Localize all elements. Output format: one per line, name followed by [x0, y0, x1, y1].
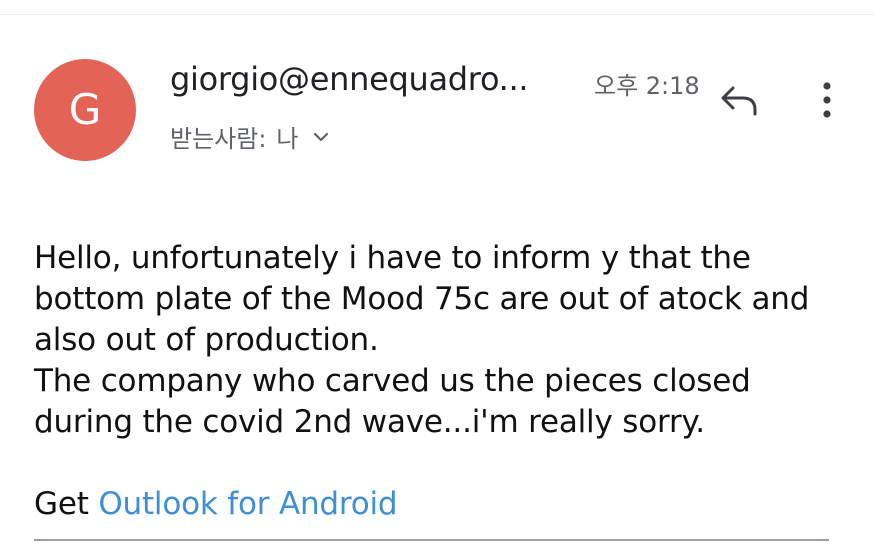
more-options-button[interactable]: [812, 82, 842, 122]
sender-address[interactable]: giorgio@ennequadro...: [170, 60, 529, 98]
message-paragraph: Hello, unfortunately i have to inform y …: [34, 240, 810, 358]
recipient-value: 나: [276, 125, 299, 153]
avatar-letter: G: [68, 85, 102, 134]
top-divider: [0, 14, 875, 15]
recipient-label: 받는사람:: [170, 125, 267, 153]
message-time: 오후 2:18: [594, 72, 700, 100]
signature-prefix: Get: [34, 486, 89, 522]
chevron-down-icon: [313, 131, 329, 143]
recipient-details-toggle[interactable]: 받는사람: 나: [170, 119, 329, 154]
outlook-android-link[interactable]: Outlook for Android: [98, 486, 397, 522]
signature: Get Outlook for Android: [34, 484, 398, 525]
more-vert-icon: [822, 82, 832, 122]
avatar[interactable]: G: [34, 59, 136, 161]
reply-icon: [719, 84, 759, 120]
message-body: Hello, unfortunately i have to inform y …: [34, 238, 854, 443]
reply-button[interactable]: [716, 82, 762, 122]
message-paragraph: The company who carved us the pieces clo…: [34, 363, 751, 440]
bottom-divider: [34, 539, 829, 541]
